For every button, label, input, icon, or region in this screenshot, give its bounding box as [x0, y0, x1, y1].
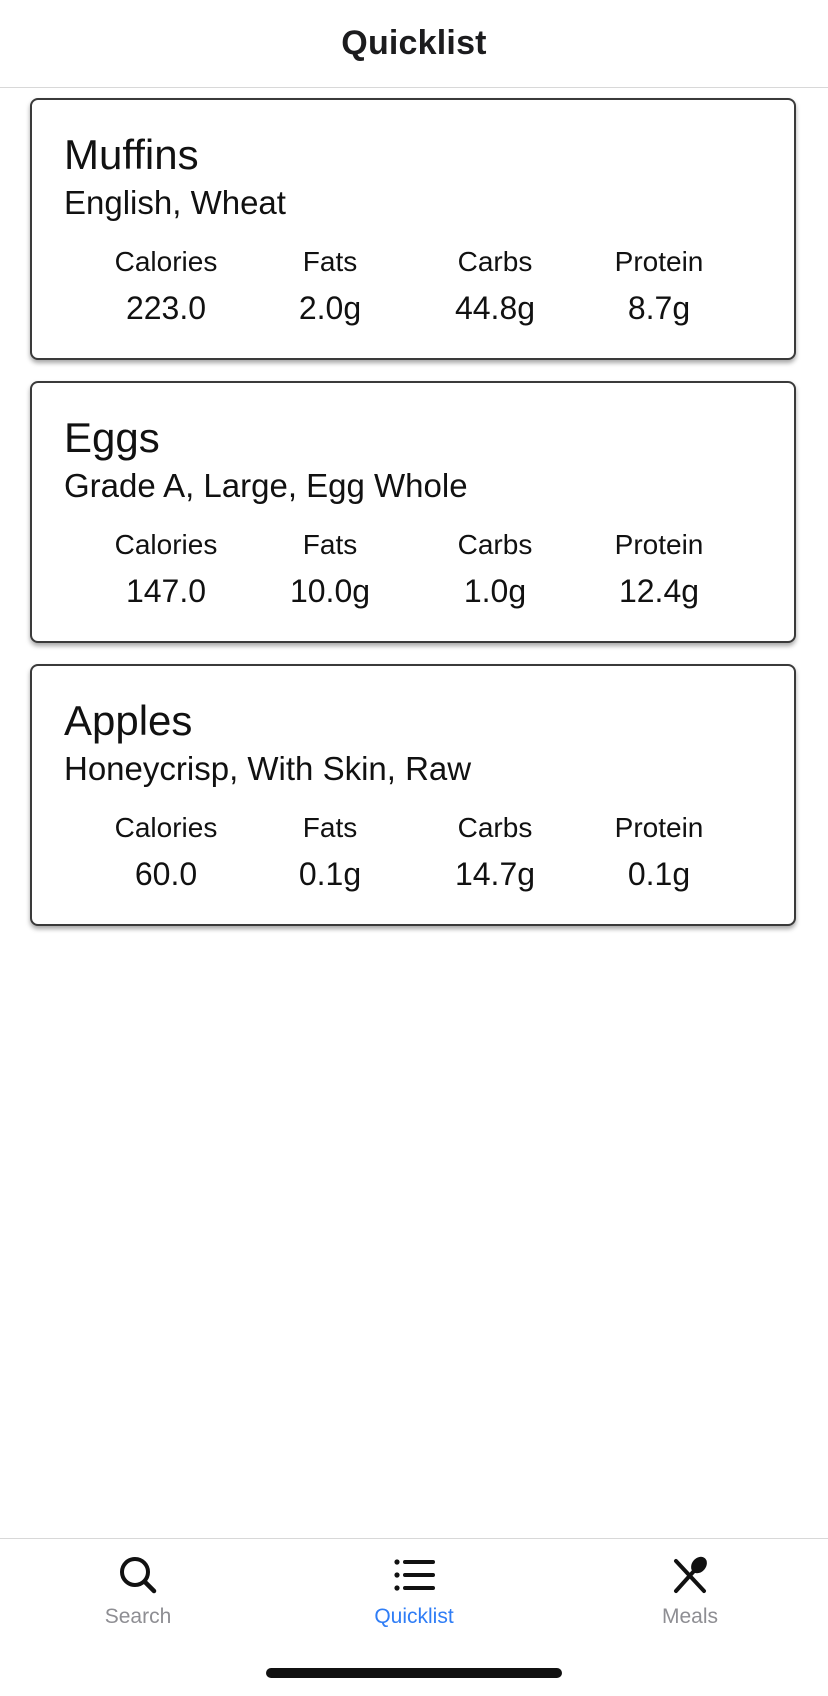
protein-value: 12.4g — [618, 573, 700, 609]
food-card[interactable]: Apples Honeycrisp, With Skin, Raw Calori… — [30, 664, 796, 926]
protein-label: Protein — [614, 529, 704, 560]
food-name: Eggs — [64, 414, 160, 461]
fats-value: 2.0g — [298, 290, 362, 326]
calories-label: Calories — [114, 529, 218, 560]
fats-label: Fats — [302, 246, 358, 277]
fats-label: Fats — [302, 529, 358, 560]
tab-search[interactable]: Search — [38, 1553, 238, 1629]
calories-stat: Calories 223.0 — [86, 246, 246, 326]
calories-value: 60.0 — [134, 856, 198, 892]
carbs-label: Carbs — [457, 812, 533, 843]
tab-meals-label: Meals — [661, 1605, 719, 1628]
protein-stat: Protein 8.7g — [579, 246, 739, 326]
protein-label: Protein — [614, 246, 704, 277]
calories-label: Calories — [114, 812, 218, 843]
fats-stat: Fats 2.0g — [250, 246, 410, 326]
food-card[interactable]: Eggs Grade A, Large, Egg Whole Calories … — [30, 381, 796, 643]
tab-quicklist[interactable]: Quicklist — [314, 1553, 514, 1629]
protein-value: 8.7g — [627, 290, 691, 326]
food-description: Grade A, Large, Egg Whole — [64, 467, 468, 504]
calories-value: 147.0 — [125, 573, 207, 609]
search-icon — [120, 1557, 157, 1594]
protein-label: Protein — [614, 812, 704, 843]
carbs-value: 1.0g — [463, 573, 527, 609]
food-list: Muffins English, Wheat Calories 223.0 Fa… — [30, 98, 796, 947]
tab-search-label: Search — [104, 1605, 172, 1628]
food-name: Muffins — [64, 131, 199, 178]
utensils-icon — [674, 1556, 707, 1593]
calories-value: 223.0 — [125, 290, 207, 326]
calories-label: Calories — [114, 246, 218, 277]
tab-meals[interactable]: Meals — [590, 1553, 790, 1629]
fats-stat: Fats 0.1g — [250, 812, 410, 892]
page-title: Quicklist — [341, 24, 487, 62]
tab-quicklist-label: Quicklist — [374, 1605, 454, 1628]
list-icon — [394, 1559, 435, 1591]
fats-label: Fats — [302, 812, 358, 843]
carbs-stat: Carbs 44.8g — [415, 246, 575, 326]
carbs-value: 44.8g — [454, 290, 536, 326]
fats-value: 0.1g — [298, 856, 362, 892]
home-indicator — [266, 1668, 562, 1678]
protein-stat: Protein 12.4g — [579, 529, 739, 609]
carbs-stat: Carbs 14.7g — [415, 812, 575, 892]
fats-stat: Fats 10.0g — [250, 529, 410, 609]
food-name: Apples — [64, 697, 193, 744]
protein-value: 0.1g — [627, 856, 691, 892]
header-bar: Quicklist — [0, 0, 828, 88]
carbs-label: Carbs — [457, 246, 533, 277]
fats-value: 10.0g — [289, 573, 371, 609]
food-description: English, Wheat — [64, 184, 286, 221]
calories-stat: Calories 147.0 — [86, 529, 246, 609]
food-card[interactable]: Muffins English, Wheat Calories 223.0 Fa… — [30, 98, 796, 360]
food-description: Honeycrisp, With Skin, Raw — [64, 750, 472, 787]
calories-stat: Calories 60.0 — [86, 812, 246, 892]
carbs-value: 14.7g — [454, 856, 536, 892]
protein-stat: Protein 0.1g — [579, 812, 739, 892]
carbs-label: Carbs — [457, 529, 533, 560]
carbs-stat: Carbs 1.0g — [415, 529, 575, 609]
